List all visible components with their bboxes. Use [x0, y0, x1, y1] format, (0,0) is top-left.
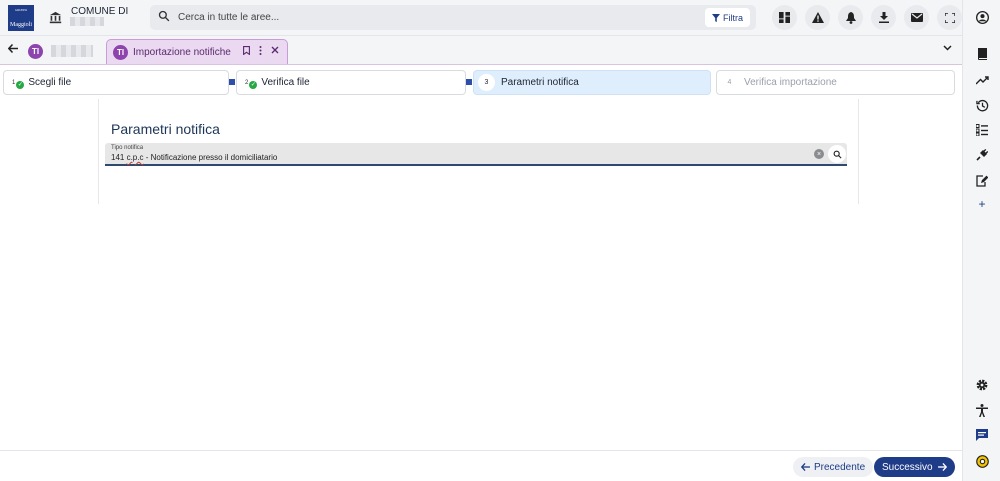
dashboard-icon[interactable] [772, 5, 797, 30]
field-value-cpc: c.p.c [126, 153, 144, 162]
history-icon[interactable] [975, 98, 989, 112]
next-label: Successivo [882, 461, 933, 473]
fullscreen-icon[interactable] [937, 5, 962, 30]
search-input[interactable] [178, 9, 678, 26]
checklist-icon[interactable] [975, 123, 989, 137]
edit-document-icon[interactable] [975, 174, 989, 188]
main-content: 1 ✓ Scegli file 2 ✓ Verifica file 3 Para… [0, 64, 962, 481]
close-icon[interactable] [271, 46, 279, 57]
gear-icon[interactable] [975, 378, 989, 392]
trending-icon[interactable] [975, 73, 989, 87]
add-icon[interactable]: + [975, 197, 989, 211]
filter-icon [712, 13, 720, 22]
step-number: 2 [245, 79, 249, 86]
next-button[interactable]: Successivo [874, 457, 955, 477]
step-scegli-file[interactable]: 1 ✓ Scegli file [3, 70, 229, 95]
field-label: Tipo notifica [111, 145, 144, 151]
previous-button[interactable]: Precedente [793, 457, 874, 477]
step-verifica-importazione: 4 Verifica importazione [716, 70, 955, 95]
tab-importazione-notifiche[interactable]: TI Importazione notifiche [106, 39, 288, 64]
footer: Precedente Successivo [0, 450, 962, 481]
accessibility-icon[interactable] [975, 403, 989, 417]
step-label: Scegli file [28, 77, 72, 88]
top-bar: GRUPPO Maggioli COMUNE DI Filtra [0, 0, 962, 36]
search-icon [158, 10, 170, 22]
step-label: Verifica file [261, 77, 310, 88]
step-verifica-file[interactable]: 2 ✓ Verifica file [236, 70, 466, 95]
check-circle-icon: ✓ [249, 80, 258, 89]
app-icon: TI [113, 44, 128, 60]
mail-icon[interactable] [904, 5, 929, 30]
tipo-notifica-field[interactable]: Tipo notifica 141 c.p.c - Notificazione … [105, 143, 847, 166]
tab-label-redacted [51, 45, 93, 57]
arrow-left-icon [801, 463, 810, 471]
tab-previous[interactable]: TI [24, 40, 104, 62]
filter-button[interactable]: Filtra [705, 8, 750, 27]
step-number-badge: 3 [478, 74, 495, 91]
lookup-search-icon[interactable] [828, 145, 846, 163]
field-value-description: - Notificazione presso il domiciliatario [143, 153, 278, 162]
step-parametri-notifica[interactable]: 3 Parametri notifica [473, 70, 711, 95]
arrow-left-icon[interactable] [7, 43, 18, 56]
alert-icon[interactable] [805, 5, 830, 30]
book-icon[interactable] [975, 47, 989, 61]
maggioli-logo[interactable]: GRUPPO Maggioli [8, 5, 34, 31]
arrow-right-icon [937, 463, 947, 471]
right-sidebar: + [962, 0, 1000, 481]
wizard-steps: 1 ✓ Scegli file 2 ✓ Verifica file 3 Para… [3, 70, 958, 96]
ente-title[interactable]: COMUNE DI [71, 6, 128, 17]
tab-label: Importazione notifiche [133, 46, 231, 58]
download-icon[interactable] [871, 5, 896, 30]
section-title: Parametri notifica [111, 121, 220, 137]
filter-label: Filtra [723, 12, 743, 23]
form-panel: Parametri notifica Tipo notifica 141 c.p… [98, 99, 859, 204]
step-label: Verifica importazione [744, 77, 837, 88]
logo-small-text: GRUPPO [15, 8, 27, 12]
step-connector [229, 79, 235, 85]
global-search: Filtra [150, 5, 756, 30]
field-value: 141 c.p.c - Notificazione presso il domi… [111, 153, 277, 162]
plug-icon[interactable] [975, 148, 989, 162]
step-number: 1 [12, 79, 16, 86]
chevron-down-icon[interactable] [943, 43, 952, 53]
bell-icon[interactable] [838, 5, 863, 30]
bookmark-icon[interactable] [243, 46, 250, 57]
step-label: Parametri notifica [501, 77, 579, 88]
account-icon[interactable] [975, 10, 989, 24]
app-icon: TI [28, 43, 43, 59]
tab-bar: TI TI Importazione notifiche [0, 36, 962, 64]
field-value-code: 141 [111, 153, 127, 162]
support-icon[interactable] [975, 454, 989, 468]
logo-text: Maggioli [10, 22, 32, 28]
step-connector [466, 79, 472, 85]
chat-icon[interactable] [975, 428, 989, 442]
check-circle-icon: ✓ [16, 80, 25, 89]
more-vert-icon[interactable] [259, 46, 262, 57]
bank-icon[interactable] [46, 8, 64, 26]
step-number-badge: 4 [721, 74, 738, 91]
ente-name-redacted [70, 17, 104, 26]
clear-icon[interactable]: × [814, 149, 824, 159]
previous-label: Precedente [814, 461, 866, 473]
